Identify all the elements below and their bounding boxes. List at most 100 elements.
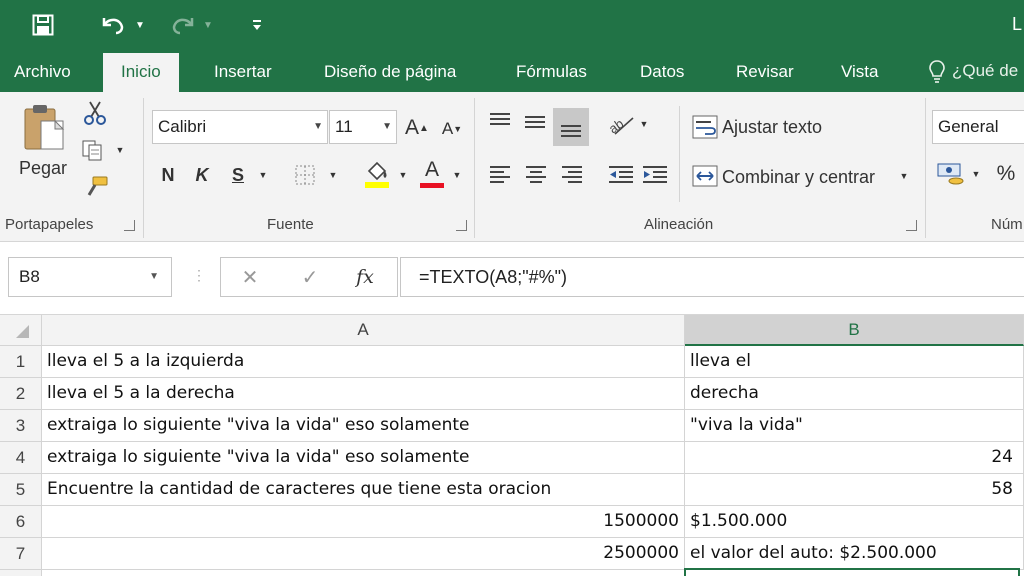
worksheet-grid: A B 1 2 3 4 5 6 7 lleva el 5 a la izquie… xyxy=(0,315,1024,576)
font-color-icon[interactable]: A xyxy=(418,156,446,190)
window-title: L xyxy=(1012,14,1023,34)
fill-color-icon[interactable] xyxy=(362,158,392,190)
align-bottom-icon[interactable] xyxy=(553,108,589,146)
paste-icon[interactable] xyxy=(20,102,68,154)
paste-button[interactable]: Pegar xyxy=(19,158,67,179)
row-header[interactable]: 1 xyxy=(0,346,42,378)
orientation-icon[interactable]: ab xyxy=(606,110,636,138)
borders-dropdown-icon[interactable]: ▼ xyxy=(326,168,340,182)
borders-icon[interactable] xyxy=(292,162,318,188)
fill-color-dropdown-icon[interactable]: ▼ xyxy=(396,168,410,182)
insert-function-icon[interactable]: fx xyxy=(349,264,381,290)
number-format-combo[interactable]: General xyxy=(932,110,1024,144)
undo-icon[interactable] xyxy=(98,10,128,40)
cell-b4[interactable]: 24 xyxy=(685,442,1024,474)
tab-revisar[interactable]: Revisar xyxy=(736,50,794,92)
copy-dropdown-icon[interactable]: ▼ xyxy=(114,144,126,156)
group-label-alineacion: Alineación xyxy=(644,216,714,233)
redo-icon[interactable] xyxy=(168,10,198,40)
wrap-text-icon[interactable] xyxy=(690,112,720,142)
format-painter-icon[interactable] xyxy=(82,174,110,200)
cancel-icon[interactable]: ✕ xyxy=(235,264,265,290)
underline-dropdown-icon[interactable]: ▼ xyxy=(256,168,270,182)
copy-icon[interactable] xyxy=(80,138,108,162)
tab-vista[interactable]: Vista xyxy=(841,50,879,92)
enter-icon[interactable]: ✓ xyxy=(295,264,325,290)
cell-b2[interactable]: derecha xyxy=(685,378,1024,410)
grow-font-icon[interactable]: A ▲ xyxy=(404,114,430,142)
merge-center-icon[interactable] xyxy=(690,162,720,190)
orientation-dropdown-icon[interactable]: ▼ xyxy=(638,118,650,130)
decrease-indent-icon[interactable] xyxy=(606,162,636,188)
cell-a2[interactable]: lleva el 5 a la derecha xyxy=(42,378,685,410)
group-separator xyxy=(679,106,680,202)
chevron-down-icon: ▼ xyxy=(382,121,392,132)
save-icon[interactable] xyxy=(28,10,58,40)
percent-style-button[interactable]: % xyxy=(992,160,1020,188)
align-center-icon[interactable] xyxy=(522,162,550,188)
row-header[interactable]: 2 xyxy=(0,378,42,410)
ribbon-tabs: Archivo Inicio Insertar Diseño de página… xyxy=(0,50,1024,92)
row-header[interactable]: 4 xyxy=(0,442,42,474)
cell-b1[interactable]: lleva el xyxy=(685,346,1024,378)
name-box[interactable]: B8 ▼ xyxy=(8,257,172,297)
underline-button[interactable]: S xyxy=(226,162,250,188)
tab-archivo[interactable]: Archivo xyxy=(14,50,71,92)
shrink-font-icon[interactable]: A ▼ xyxy=(440,116,464,142)
cell-a5[interactable]: Encuentre la cantidad de caracteres que … xyxy=(42,474,685,506)
italic-button[interactable]: K xyxy=(190,162,214,188)
row-header[interactable]: 6 xyxy=(0,506,42,538)
formula-input[interactable]: =TEXTO(A8;"#%") xyxy=(400,257,1024,297)
cell-a7[interactable]: 2500000 xyxy=(42,538,685,570)
font-color-dropdown-icon[interactable]: ▼ xyxy=(450,168,464,182)
row-header[interactable]: 7 xyxy=(0,538,42,570)
clipboard-launcher-icon[interactable] xyxy=(124,220,135,231)
tab-insertar[interactable]: Insertar xyxy=(214,50,272,92)
cut-icon[interactable] xyxy=(84,100,106,126)
customize-toolbar-icon[interactable] xyxy=(246,10,268,40)
align-middle-icon[interactable] xyxy=(520,108,550,136)
alignment-launcher-icon[interactable] xyxy=(906,220,917,231)
accounting-format-icon[interactable] xyxy=(935,160,967,188)
group-separator xyxy=(474,98,475,238)
redo-dropdown-icon[interactable]: ▼ xyxy=(200,10,216,40)
align-top-icon[interactable] xyxy=(486,108,514,136)
column-header-a[interactable]: A xyxy=(42,315,685,346)
font-name-combo[interactable]: Calibri ▼ xyxy=(152,110,328,144)
cell-a1[interactable]: lleva el 5 a la izquierda xyxy=(42,346,685,378)
tab-formulas[interactable]: Fórmulas xyxy=(516,50,587,92)
cell-b7[interactable]: el valor del auto: $2.500.000 xyxy=(685,538,1024,570)
wrap-text-button[interactable]: Ajustar texto xyxy=(722,117,822,138)
font-launcher-icon[interactable] xyxy=(456,220,467,231)
font-size-combo[interactable]: 11 ▼ xyxy=(329,110,397,144)
align-right-icon[interactable] xyxy=(558,162,586,188)
select-all-corner[interactable] xyxy=(0,315,42,346)
cell-b3[interactable]: "viva la vida" xyxy=(685,410,1024,442)
group-label-numero: Núm xyxy=(991,216,1023,233)
undo-dropdown-icon[interactable]: ▼ xyxy=(132,10,148,40)
cell-b5[interactable]: 58 xyxy=(685,474,1024,506)
cell-a8[interactable] xyxy=(42,570,685,576)
active-cell-b8[interactable] xyxy=(684,568,1020,576)
tell-me-search[interactable]: ¿Qué de xyxy=(928,50,1018,92)
chevron-down-icon: ▼ xyxy=(149,271,159,282)
tab-diseno-pagina[interactable]: Diseño de página xyxy=(324,50,456,92)
align-left-icon[interactable] xyxy=(486,162,514,188)
resize-handle-icon[interactable]: ⋮ xyxy=(192,267,206,284)
cell-a6[interactable]: 1500000 xyxy=(42,506,685,538)
cell-a3[interactable]: extraiga lo siguiente "viva la vida" eso… xyxy=(42,410,685,442)
cell-b6[interactable]: $1.500.000 xyxy=(685,506,1024,538)
increase-indent-icon[interactable] xyxy=(640,162,670,188)
group-label-portapapeles: Portapapeles xyxy=(5,216,94,233)
row-header[interactable] xyxy=(0,570,42,576)
merge-dropdown-icon[interactable]: ▼ xyxy=(898,170,910,182)
column-header-b[interactable]: B xyxy=(685,315,1024,346)
tab-datos[interactable]: Datos xyxy=(640,50,684,92)
cell-a4[interactable]: extraiga lo siguiente "viva la vida" eso… xyxy=(42,442,685,474)
row-header[interactable]: 5 xyxy=(0,474,42,506)
merge-center-button[interactable]: Combinar y centrar xyxy=(722,167,875,188)
tab-inicio[interactable]: Inicio xyxy=(103,53,179,92)
row-header[interactable]: 3 xyxy=(0,410,42,442)
bold-button[interactable]: N xyxy=(156,162,180,188)
accounting-dropdown-icon[interactable]: ▼ xyxy=(970,168,982,180)
